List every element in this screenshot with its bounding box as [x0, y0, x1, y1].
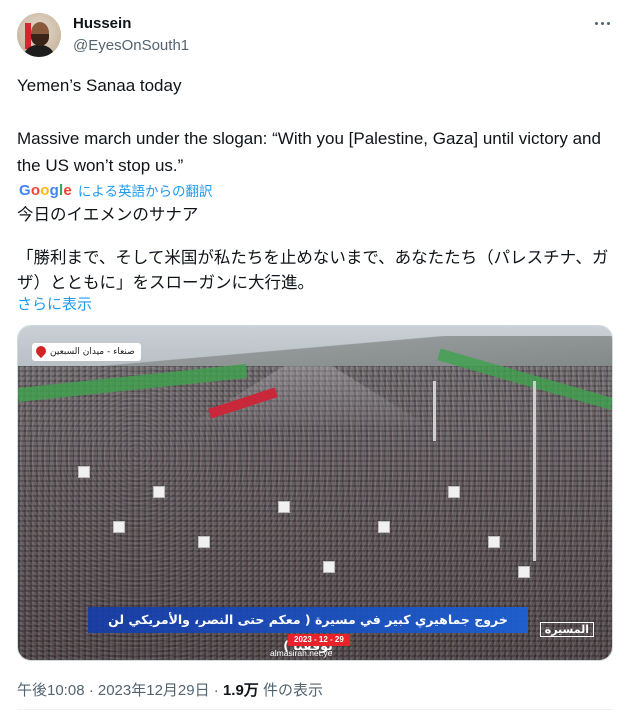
image-sign [153, 486, 165, 498]
author-name[interactable]: Hussein [73, 15, 131, 32]
image-sign [518, 566, 530, 578]
image-date-tag: 2023 - 12 - 29 [288, 634, 350, 646]
translated-text-line1: 今日のイエメンのサナア [17, 206, 199, 224]
image-pole [433, 381, 436, 441]
image-sign [323, 561, 335, 573]
channel-logo: المسيرة [539, 622, 594, 637]
image-site-url: almasirah.net.ye [270, 648, 333, 658]
translation-label[interactable]: Google による英語からの翻訳 [19, 180, 213, 200]
translated-text-line2: 「勝利まで、そして米国が私たちを止めないまで、あなたたち（パレスチナ、ガザ）とと… [17, 249, 609, 292]
tweet-text-line2: Massive march under the slogan: “With yo… [17, 129, 601, 175]
tweet-timestamp[interactable]: 午後10:08 · 2023年12月29日 · [17, 682, 223, 699]
divider [17, 709, 613, 710]
show-more-link[interactable]: さらに表示 [17, 293, 92, 314]
author-handle[interactable]: @EyesOnSouth1 [73, 37, 189, 54]
location-tag: صنعاء - ميدان السبعين [32, 343, 141, 361]
tweet-card: Hussein @EyesOnSouth1 Yemen’s Sanaa toda… [0, 0, 629, 712]
views-label: 件の表示 [258, 682, 323, 699]
image-sign [488, 536, 500, 548]
image-sign [378, 521, 390, 533]
tweet-meta: 午後10:08 · 2023年12月29日 · 1.9万 件の表示 [17, 679, 323, 700]
image-sign [198, 536, 210, 548]
avatar[interactable] [17, 13, 61, 57]
image-sign [278, 501, 290, 513]
view-count: 1.9万 [222, 682, 259, 699]
location-pin-icon [33, 343, 49, 359]
image-sign [448, 486, 460, 498]
tweet-image[interactable]: صنعاء - ميدان السبعين خروج جماهيري كبير … [17, 325, 613, 661]
google-logo: Google [19, 181, 72, 199]
image-pole [533, 381, 536, 561]
image-sign [113, 521, 125, 533]
tweet-text-line1: Yemen’s Sanaa today [17, 76, 182, 95]
image-sign [78, 466, 90, 478]
image-caption-bar: خروج جماهيري كبير في مسيرة ( معكم حتى ال… [88, 607, 528, 653]
translation-source-text[interactable]: による英語からの翻訳 [78, 180, 213, 200]
more-options-icon[interactable] [592, 13, 612, 33]
